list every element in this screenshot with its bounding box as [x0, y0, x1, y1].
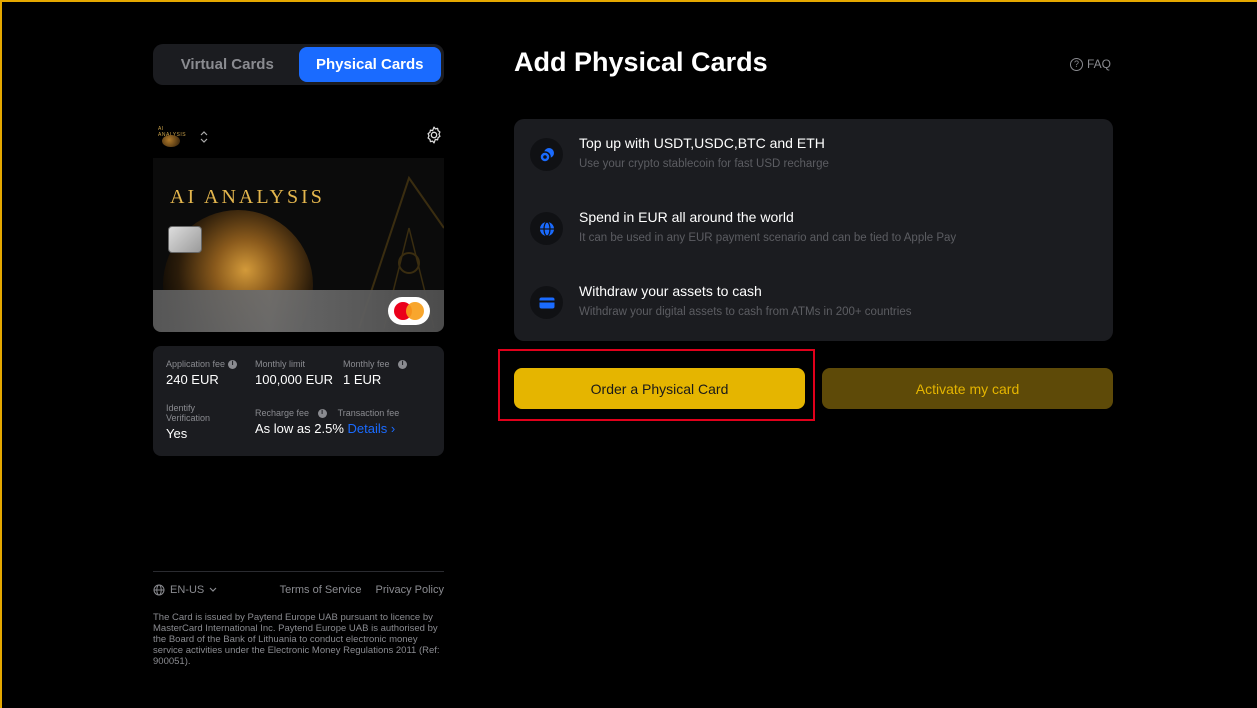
- details-link[interactable]: Details ›: [348, 421, 396, 436]
- application-fee-value: 240 EUR: [166, 372, 219, 387]
- card-image: AI ANALYSIS: [153, 158, 444, 332]
- footer-links: EN-US Terms of Service Privacy Policy: [153, 582, 444, 598]
- application-fee-label: Application fee: [166, 359, 226, 369]
- card-title: AI ANALYSIS: [170, 186, 325, 208]
- globe-icon: [530, 212, 563, 245]
- order-physical-card-button[interactable]: Order a Physical Card: [514, 368, 805, 409]
- language-selector[interactable]: EN-US: [153, 584, 217, 596]
- terms-link[interactable]: Terms of Service: [280, 584, 362, 596]
- card-selector[interactable]: AI ANALYSIS: [158, 126, 208, 148]
- info-icon[interactable]: i: [317, 408, 327, 418]
- globe-icon: [153, 584, 165, 596]
- monthly-fee-label: Monthly fee: [343, 359, 390, 369]
- card-thumbnail: AI ANALYSIS: [158, 126, 192, 148]
- card-type-tabs: Virtual Cards Physical Cards: [153, 44, 444, 85]
- info-icon[interactable]: i: [228, 359, 238, 369]
- features-panel: Top up with USDT,USDC,BTC and ETH Use yo…: [514, 119, 1113, 341]
- recharge-fee-label: Recharge fee: [255, 408, 310, 418]
- verification-label: Verification: [166, 413, 211, 423]
- card-info-panel: Application fee i 240 EUR Monthly limit 1…: [153, 346, 444, 456]
- feature-item: Spend in EUR all around the world It can…: [530, 209, 956, 245]
- chevron-down-icon: [209, 587, 217, 592]
- transaction-fee-label: Transaction fee: [337, 408, 400, 418]
- recharge-fee-value: As low as 2.5%: [255, 421, 344, 436]
- divider: [153, 571, 444, 572]
- card-header: AI ANALYSIS: [158, 125, 444, 149]
- tab-physical-cards[interactable]: Physical Cards: [298, 47, 441, 82]
- feature-title: Withdraw your assets to cash: [579, 283, 762, 299]
- monthly-fee-value: 1 EUR: [343, 372, 382, 387]
- card-icon: [530, 286, 563, 319]
- activate-card-button[interactable]: Activate my card: [822, 368, 1113, 409]
- chevron-updown-icon[interactable]: [200, 131, 208, 143]
- legal-text: The Card is issued by Paytend Europe UAB…: [153, 612, 440, 667]
- identify-value: Yes: [166, 426, 188, 441]
- coins-icon: [530, 138, 563, 171]
- feature-title: Spend in EUR all around the world: [579, 209, 794, 225]
- feature-desc: Withdraw your digital assets to cash fro…: [579, 306, 912, 318]
- info-icon[interactable]: i: [398, 359, 408, 369]
- feature-desc: It can be used in any EUR payment scenar…: [579, 232, 957, 244]
- feature-item: Top up with USDT,USDC,BTC and ETH Use yo…: [530, 135, 829, 171]
- gear-icon[interactable]: [424, 125, 444, 150]
- faq-label: FAQ: [1087, 57, 1112, 71]
- feature-title: Top up with USDT,USDC,BTC and ETH: [579, 135, 825, 151]
- feature-desc: Use your crypto stablecoin for fast USD …: [579, 158, 829, 170]
- monthly-limit-value: 100,000 EUR: [255, 372, 334, 387]
- feature-item: Withdraw your assets to cash Withdraw yo…: [530, 283, 911, 319]
- monthly-limit-label: Monthly limit: [255, 359, 306, 369]
- language-label: EN-US: [170, 584, 205, 596]
- faq-link[interactable]: ? FAQ: [1070, 57, 1111, 71]
- tab-virtual-cards[interactable]: Virtual Cards: [156, 47, 299, 82]
- help-icon: ?: [1070, 57, 1083, 71]
- privacy-link[interactable]: Privacy Policy: [376, 584, 444, 596]
- page-title: Add Physical Cards: [514, 47, 768, 77]
- identify-label: Identify: [166, 403, 196, 413]
- card-chip: [168, 226, 202, 253]
- mastercard-logo: [388, 297, 430, 325]
